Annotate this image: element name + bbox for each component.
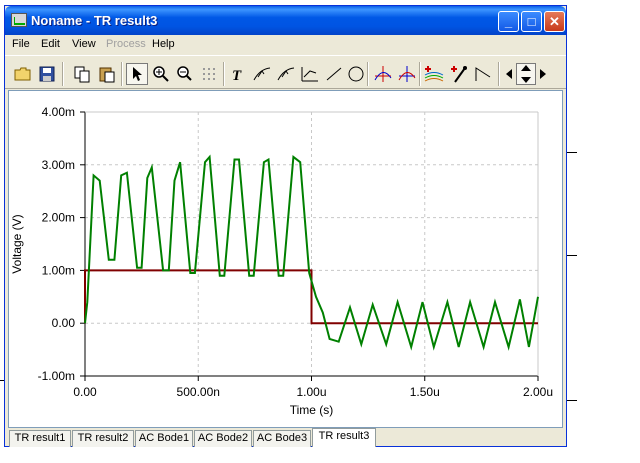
zoom-in-icon[interactable] [150, 63, 172, 85]
toolbar-separator [498, 62, 500, 86]
tr-result-window: Noname - TR result3 _ □ ✕ File Edit View… [4, 5, 567, 447]
minimize-icon: _ [504, 14, 513, 29]
background-line [567, 255, 577, 256]
tab-ac-bode1[interactable]: AC Bode1 [135, 430, 193, 447]
step-icon[interactable] [472, 63, 494, 85]
app-icon [11, 13, 27, 27]
open-icon[interactable] [12, 63, 34, 85]
paste-icon[interactable] [96, 63, 118, 85]
maximize-icon: □ [527, 14, 536, 29]
grid-icon [198, 63, 220, 85]
window-title: Noname - TR result3 [31, 13, 158, 28]
transient-chart[interactable]: 0.00 500.00n 1.00u 1.50u 2.00u 4.00m 3.00m 2.00… [9, 91, 562, 427]
y-axis-label: Voltage (V) [10, 214, 24, 273]
marker-a-icon[interactable] [372, 63, 394, 85]
tab-ac-bode3[interactable]: AC Bode3 [253, 430, 311, 447]
x-tick-label: 500.00n [177, 385, 220, 399]
close-button[interactable]: ✕ [544, 11, 565, 32]
menu-edit[interactable]: Edit [41, 38, 60, 50]
axis-icon[interactable] [299, 63, 321, 85]
save-icon[interactable] [36, 63, 58, 85]
cursor-a-icon[interactable] [251, 63, 273, 85]
y-tick-label: -1.00m [38, 369, 75, 383]
menu-process: Process [106, 38, 146, 50]
menu-bar: File Edit View Process Help [5, 35, 566, 54]
circle-icon[interactable] [345, 63, 367, 85]
toolbar-separator [121, 62, 123, 86]
toolbar-separator [419, 62, 421, 86]
tab-tr-result3[interactable]: TR result3 [312, 428, 376, 447]
minimize-button[interactable]: _ [498, 11, 519, 32]
x-tick-label: 0.00 [73, 385, 97, 399]
line-icon[interactable] [323, 63, 345, 85]
scroll-updown-icon[interactable] [516, 63, 536, 85]
toolbar-separator [223, 62, 225, 86]
zoom-100-icon[interactable] [174, 63, 196, 85]
toolbar-separator [367, 62, 369, 86]
menu-help[interactable]: Help [152, 38, 175, 50]
tab-tr-result1[interactable]: TR result1 [9, 430, 71, 447]
toolbar-separator [62, 62, 64, 86]
probe-icon[interactable] [448, 63, 470, 85]
background-line [567, 152, 577, 153]
background-line [567, 400, 577, 401]
x-tick-label: 1.00u [296, 385, 326, 399]
toolbar: T [5, 55, 566, 89]
curves-icon[interactable] [423, 63, 445, 85]
close-icon: ✕ [549, 14, 560, 29]
y-tick-label: 1.00m [42, 263, 75, 277]
pointer-icon[interactable] [126, 63, 148, 85]
menu-view[interactable]: View [72, 38, 96, 50]
y-tick-label: 0.00 [52, 316, 76, 330]
tab-tr-result2[interactable]: TR result2 [72, 430, 134, 447]
copy-icon[interactable] [71, 63, 93, 85]
x-tick-label: 2.00u [523, 385, 553, 399]
x-axis-label: Time (s) [290, 403, 334, 417]
background-desktop [0, 447, 640, 463]
y-tick-label: 3.00m [42, 158, 75, 172]
x-tick-label: 1.50u [410, 385, 440, 399]
y-tick-label: 4.00m [42, 105, 75, 119]
tab-ac-bode2[interactable]: AC Bode2 [194, 430, 252, 447]
scroll-right-icon[interactable] [536, 63, 550, 85]
marker-b-icon[interactable] [396, 63, 418, 85]
scroll-left-icon[interactable] [502, 63, 516, 85]
plot-area[interactable]: 0.00 500.00n 1.00u 1.50u 2.00u 4.00m 3.00m 2.00… [8, 90, 563, 428]
y-tick-label: 2.00m [42, 211, 75, 225]
svg-text:T: T [232, 68, 242, 82]
maximize-button[interactable]: □ [521, 11, 542, 32]
title-bar[interactable]: Noname - TR result3 _ □ ✕ [5, 6, 566, 35]
menu-file[interactable]: File [12, 38, 30, 50]
cursor-b-icon[interactable] [275, 63, 297, 85]
text-icon[interactable]: T [227, 63, 249, 85]
